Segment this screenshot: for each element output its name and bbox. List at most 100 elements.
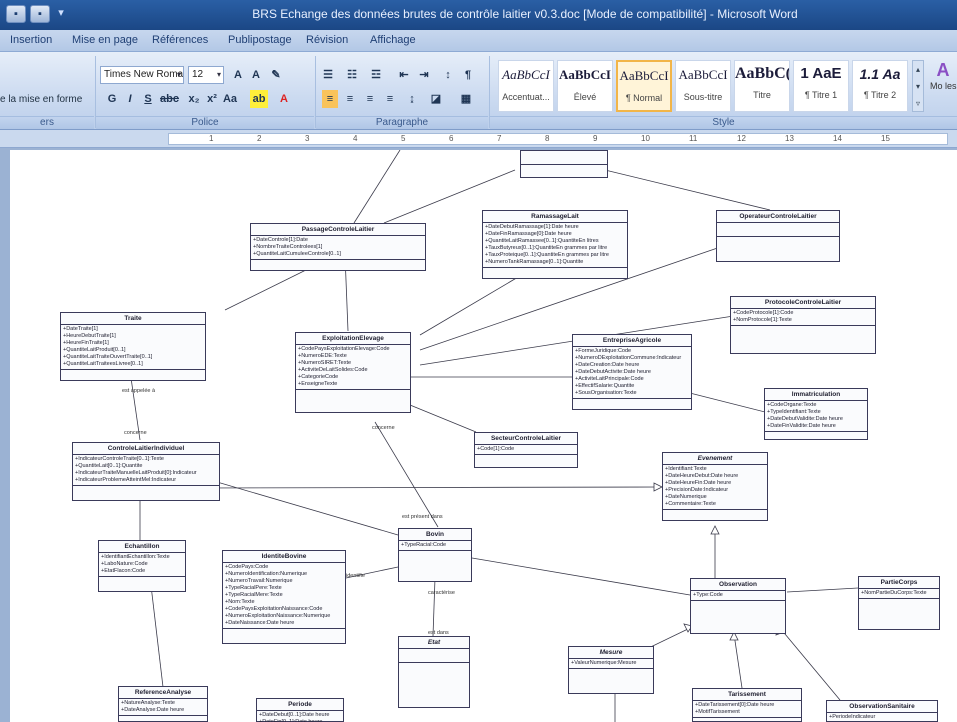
class-attribute: +NumeroExploitationNaissance:Numerique [225, 613, 331, 619]
shading-button[interactable]: ◪ [428, 90, 444, 108]
font-color-button[interactable]: A [276, 90, 292, 108]
uml-class-traite[interactable]: Traite +DateTraite[1] +HeureDebutTraite[1… [60, 312, 206, 381]
uml-class-protocole-controle-laitier[interactable]: ProtocoleControleLaitier +CodeProtocole[… [730, 296, 876, 354]
label-identifie: identifie [346, 573, 365, 579]
office-button[interactable]: ▪ [6, 5, 26, 23]
style-titre[interactable]: AaBbC( Titre [734, 60, 790, 112]
tab-publipostage[interactable]: Publipostage [228, 34, 292, 46]
uml-class-partie-corps[interactable]: PartieCorps +NomPartieDuCorps:Texte [858, 576, 940, 630]
uml-class-etat[interactable]: Etat [398, 636, 470, 708]
styles-icon: A [936, 60, 950, 80]
clear-format-icon[interactable]: ✎ [268, 66, 284, 84]
tab-mise-en-page[interactable]: Mise en page [72, 34, 138, 46]
uml-class-evenement[interactable]: Evenement +Identifiant:Texte +DateHeureDe… [662, 452, 768, 521]
subscript-button[interactable]: x₂ [186, 90, 202, 108]
class-attributes: +CodeOrgane:Texte +TypeIdentifiant:Texte +… [765, 401, 867, 432]
class-attribute: +DateDebutRamassage[1]:Date heure [485, 224, 579, 230]
document-page[interactable]: est appelée à concerne concerne est prés… [10, 150, 957, 722]
uml-class-observation[interactable]: Observation +Type:Code [690, 578, 786, 634]
class-attribute: +DateNumerique [665, 494, 707, 500]
font-name-select[interactable]: Times New Roman ▾ [100, 66, 184, 84]
decrease-indent-button[interactable]: ⇤ [396, 66, 412, 84]
uml-class-bovin[interactable]: Bovin +TypeRacial:Code [398, 528, 472, 582]
superscript-button[interactable]: x² [204, 90, 220, 108]
line-spacing-button[interactable]: ↨ [404, 90, 420, 108]
class-operations [251, 260, 425, 270]
increase-indent-button[interactable]: ⇥ [416, 66, 432, 84]
style-normal[interactable]: AaBbCcI ¶ Normal [616, 60, 672, 112]
class-operations [663, 510, 767, 520]
highlight-button[interactable]: ab [250, 90, 268, 108]
uml-class-echantillon[interactable]: Echantillon +IdentifiantEchantillon:Text… [98, 540, 186, 592]
style-titre-2[interactable]: 1.1 Aa ¶ Titre 2 [852, 60, 908, 112]
align-center-button[interactable]: ≡ [342, 90, 358, 108]
uml-class-periode[interactable]: Periode +DateDebut[0..1]:Date heure +Date… [256, 698, 344, 722]
quick-access-dropdown-icon[interactable]: ▾ [54, 5, 68, 23]
class-name: Etat [399, 637, 469, 649]
assoc-line [149, 576, 164, 688]
style-label: ¶ Titre 2 [863, 90, 897, 100]
change-case-button[interactable]: Aa [222, 90, 238, 108]
tab-references[interactable]: Références [152, 34, 208, 46]
class-attributes: +DateDebutRamassage[1]:Date heure +DateFi… [483, 223, 627, 268]
styles-scroll[interactable]: ▴ ▾ ▿ [912, 60, 924, 112]
class-name: Tarissement [693, 689, 801, 701]
bold-button[interactable]: G [104, 90, 120, 108]
bullets-button[interactable]: ☰ [320, 66, 336, 84]
tab-insertion[interactable]: Insertion [10, 34, 52, 46]
borders-button[interactable]: ▦ [458, 90, 474, 108]
horizontal-ruler[interactable]: 1 2 3 4 5 6 7 8 9 10 11 12 13 14 15 [0, 130, 957, 148]
uml-class-mesure[interactable]: Mesure +ValeurNumerique:Mesure [568, 646, 654, 694]
class-attribute: +QuantiteLait[0..1]:Quantite [75, 463, 143, 469]
sort-button[interactable]: ↕ [440, 66, 456, 84]
justify-button[interactable]: ≡ [382, 90, 398, 108]
class-attribute: +ActiviteLaitPrincipale:Code [575, 376, 644, 382]
ruler-number: 7 [497, 134, 502, 143]
class-operations [296, 390, 410, 412]
class-attribute: +Commentaire:Texte [665, 501, 716, 507]
style-titre-1[interactable]: 1 AaE ¶ Titre 1 [793, 60, 849, 112]
class-attribute: +NumeroTankRamassage[0..1]:Quantite [485, 259, 584, 265]
save-icon[interactable]: ▪ [30, 5, 50, 23]
align-right-button[interactable]: ≡ [362, 90, 378, 108]
strikethrough-button[interactable]: abc [160, 90, 179, 108]
style-accentuation[interactable]: AaBbCcI Accentuat... [498, 60, 554, 112]
ruler-number: 13 [785, 134, 794, 143]
class-operations [99, 577, 185, 591]
format-painter-button[interactable]: e la mise en forme [0, 94, 82, 105]
grow-font-button[interactable]: A [230, 66, 246, 84]
uml-class-exploitation-elevage[interactable]: ExploitationElevage +CodePaysExploitatio… [295, 332, 411, 413]
uml-class-controle-laitier-individuel[interactable]: ControleLaitierIndividuel +IndicateurCon… [72, 442, 220, 501]
align-left-button[interactable]: ≡ [322, 90, 338, 108]
font-size-select[interactable]: 12 ▾ [188, 66, 224, 84]
uml-class-ramassage-lait[interactable]: RamassageLait +DateDebutRamassage[1]:Dat… [482, 210, 628, 279]
underline-button[interactable]: S [140, 90, 156, 108]
class-attribute: +CodeOrgane:Texte [767, 402, 817, 408]
uml-class-entreprise-agricole[interactable]: EntrepriseAgricole +FormeJuridique:Code +… [572, 334, 692, 410]
multilevel-list-button[interactable]: ☲ [368, 66, 384, 84]
show-marks-button[interactable]: ¶ [460, 66, 476, 84]
tab-affichage[interactable]: Affichage [370, 34, 416, 46]
uml-class-secteur-controle-laitier[interactable]: SecteurControleLaitier +Code[1]:Code [474, 432, 578, 468]
shrink-font-button[interactable]: A [248, 66, 264, 84]
class-name: ObservationSanitaire [827, 701, 937, 713]
style-sous-titre[interactable]: AaBbCcI Sous-titre [675, 60, 731, 112]
uml-class-top[interactable] [520, 150, 608, 178]
class-attribute: +TypeRacial:Code [401, 542, 447, 548]
uml-class-operateur-controle-laitier[interactable]: OperateurControleLaitier [716, 210, 840, 262]
italic-button[interactable]: I [122, 90, 138, 108]
uml-class-observation-sanitaire[interactable]: ObservationSanitaire +PeriodeIndicateur [826, 700, 938, 722]
style-preview: AaBbCcI [619, 68, 669, 83]
uml-class-passage-controle-laitier[interactable]: PassageControleLaitier +DateControle[1]:… [250, 223, 426, 271]
tab-revision[interactable]: Révision [306, 34, 348, 46]
change-styles-button[interactable]: A Mo les [930, 60, 957, 114]
numbering-button[interactable]: ☷ [344, 66, 360, 84]
class-name: ControleLaitierIndividuel [73, 443, 219, 455]
style-eleve[interactable]: AaBbCcI Élevé [557, 60, 613, 112]
assoc-line [374, 421, 439, 528]
uml-class-immatriculation[interactable]: Immatriculation +CodeOrgane:Texte +TypeId… [764, 388, 868, 440]
class-operations [483, 268, 627, 278]
uml-class-identite-bovine[interactable]: IdentiteBovine +CodePays:Code +NumeroIden… [222, 550, 346, 644]
uml-class-reference-analyse[interactable]: ReferenceAnalyse +NatureAnalyse:Texte +Da… [118, 686, 208, 722]
uml-class-tarissement[interactable]: Tarissement +DateTarissement[0]:Date heu… [692, 688, 802, 722]
